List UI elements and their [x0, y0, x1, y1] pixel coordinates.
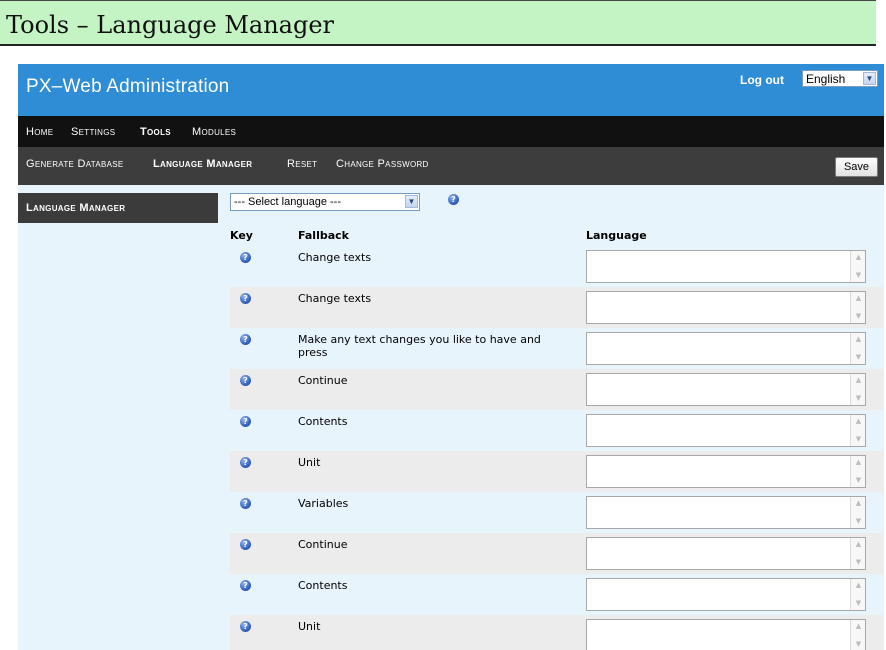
scrollbar[interactable]: ▲ ▼	[850, 374, 865, 405]
subnav-change-password[interactable]: Change Password	[336, 158, 429, 170]
translation-input[interactable]: ▲ ▼	[586, 537, 866, 570]
table-row: ? Change texts ▲ ▼	[230, 246, 884, 287]
scroll-up-icon[interactable]: ▲	[853, 252, 864, 263]
fallback-text: Unit	[298, 456, 321, 469]
translation-input[interactable]: ▲ ▼	[586, 250, 866, 283]
ui-language-select[interactable]: English ▼	[802, 70, 878, 87]
sidebar-item-label: Language Manager	[26, 202, 126, 214]
scroll-up-icon[interactable]: ▲	[853, 498, 864, 509]
fallback-text: Unit	[298, 620, 321, 633]
subnav-reset[interactable]: Reset	[287, 158, 317, 170]
table-row: ? Unit ▲ ▼	[230, 615, 884, 650]
question-circle-icon[interactable]: ?	[448, 194, 459, 205]
chevron-down-icon[interactable]: ▼	[863, 72, 876, 85]
subnav-generate-database[interactable]: Generate Database	[26, 158, 124, 170]
nav-settings[interactable]: Settings	[71, 126, 115, 138]
table-row: ? Variables ▲ ▼	[230, 492, 884, 533]
translation-input[interactable]: ▲ ▼	[586, 373, 866, 406]
question-circle-icon[interactable]: ?	[240, 498, 251, 509]
table-row: ? Unit ▲ ▼	[230, 451, 884, 492]
table-row: ? Contents ▲ ▼	[230, 574, 884, 615]
scrollbar[interactable]: ▲ ▼	[850, 497, 865, 528]
table-row: ? Change texts ▲ ▼	[230, 287, 884, 328]
scroll-up-icon[interactable]: ▲	[853, 580, 864, 591]
scroll-down-icon[interactable]: ▼	[853, 393, 864, 404]
translation-input[interactable]: ▲ ▼	[586, 619, 866, 650]
nav-home[interactable]: Home	[26, 126, 53, 138]
ui-language-value: English	[806, 72, 846, 86]
app-title: PX–Web Administration	[26, 76, 230, 97]
scrollbar[interactable]: ▲ ▼	[850, 415, 865, 446]
scroll-down-icon[interactable]: ▼	[853, 352, 864, 363]
fallback-text: Change texts	[298, 292, 372, 305]
question-circle-icon[interactable]: ?	[240, 621, 251, 632]
language-select[interactable]: --- Select language --- ▼	[230, 193, 420, 211]
column-header-language: Language	[586, 229, 647, 242]
scroll-down-icon[interactable]: ▼	[853, 434, 864, 445]
nav-tools[interactable]: Tools	[140, 126, 171, 138]
question-circle-icon[interactable]: ?	[240, 334, 251, 345]
question-circle-icon[interactable]: ?	[240, 375, 251, 386]
scroll-up-icon[interactable]: ▲	[853, 375, 864, 386]
scrollbar[interactable]: ▲ ▼	[850, 456, 865, 487]
app-window: PX–Web Administration Log out English ▼ …	[18, 64, 884, 650]
translation-input[interactable]: ▲ ▼	[586, 578, 866, 611]
scrollbar[interactable]: ▲ ▼	[850, 292, 865, 323]
table-row: ? Continue ▲ ▼	[230, 369, 884, 410]
translation-input[interactable]: ▲ ▼	[586, 455, 866, 488]
scrollbar[interactable]: ▲ ▼	[850, 333, 865, 364]
table-row: ? Contents ▲ ▼	[230, 410, 884, 451]
fallback-text: Contents	[298, 415, 348, 428]
translation-input[interactable]: ▲ ▼	[586, 496, 866, 529]
scroll-up-icon[interactable]: ▲	[853, 539, 864, 550]
language-select-value: --- Select language ---	[234, 196, 341, 208]
chevron-down-icon[interactable]: ▼	[405, 195, 418, 208]
scroll-up-icon[interactable]: ▲	[853, 334, 864, 345]
question-circle-icon[interactable]: ?	[240, 293, 251, 304]
scroll-up-icon[interactable]: ▲	[853, 621, 864, 632]
scroll-down-icon[interactable]: ▼	[853, 475, 864, 486]
question-circle-icon[interactable]: ?	[240, 580, 251, 591]
table-row: ? Continue ▲ ▼	[230, 533, 884, 574]
scrollbar[interactable]: ▲ ▼	[850, 579, 865, 610]
header-bar: PX–Web Administration Log out English ▼	[18, 64, 884, 116]
secondary-nav: Generate Database Language Manager Reset…	[18, 147, 884, 185]
scroll-up-icon[interactable]: ▲	[853, 457, 864, 468]
fallback-text: Make any text changes you like to have a…	[298, 333, 541, 359]
question-circle-icon[interactable]: ?	[240, 539, 251, 550]
nav-modules[interactable]: Modules	[192, 126, 236, 138]
scroll-down-icon[interactable]: ▼	[853, 270, 864, 281]
scroll-up-icon[interactable]: ▲	[853, 416, 864, 427]
question-circle-icon[interactable]: ?	[240, 457, 251, 468]
primary-nav: Home Settings Tools Modules	[18, 116, 884, 147]
fallback-text: Change texts	[298, 251, 372, 264]
fallback-text: Continue	[298, 374, 348, 387]
document-title: Tools – Language Manager	[0, 0, 876, 46]
translation-table: ? Change texts ▲ ▼ ? Change texts ▲ ▼ ? Ma…	[230, 246, 884, 650]
scrollbar[interactable]: ▲ ▼	[850, 538, 865, 569]
save-button[interactable]: Save	[835, 157, 878, 177]
scroll-down-icon[interactable]: ▼	[853, 639, 864, 650]
column-header-fallback: Fallback	[298, 229, 349, 242]
fallback-text: Variables	[298, 497, 349, 510]
sidebar-item-language-manager[interactable]: Language Manager	[18, 193, 218, 223]
translation-input[interactable]: ▲ ▼	[586, 291, 866, 324]
fallback-text: Contents	[298, 579, 348, 592]
scrollbar[interactable]: ▲ ▼	[850, 251, 865, 282]
fallback-text: Continue	[298, 538, 348, 551]
question-circle-icon[interactable]: ?	[240, 416, 251, 427]
table-row: ? Make any text changes you like to have…	[230, 328, 884, 369]
logout-link[interactable]: Log out	[740, 73, 784, 87]
scroll-down-icon[interactable]: ▼	[853, 516, 864, 527]
scroll-up-icon[interactable]: ▲	[853, 293, 864, 304]
translation-input[interactable]: ▲ ▼	[586, 414, 866, 447]
subnav-language-manager[interactable]: Language Manager	[153, 158, 252, 170]
column-header-key: Key	[230, 229, 253, 242]
scroll-down-icon[interactable]: ▼	[853, 311, 864, 322]
scroll-down-icon[interactable]: ▼	[853, 598, 864, 609]
question-circle-icon[interactable]: ?	[240, 252, 251, 263]
scroll-down-icon[interactable]: ▼	[853, 557, 864, 568]
scrollbar[interactable]: ▲ ▼	[850, 620, 865, 650]
translation-input[interactable]: ▲ ▼	[586, 332, 866, 365]
